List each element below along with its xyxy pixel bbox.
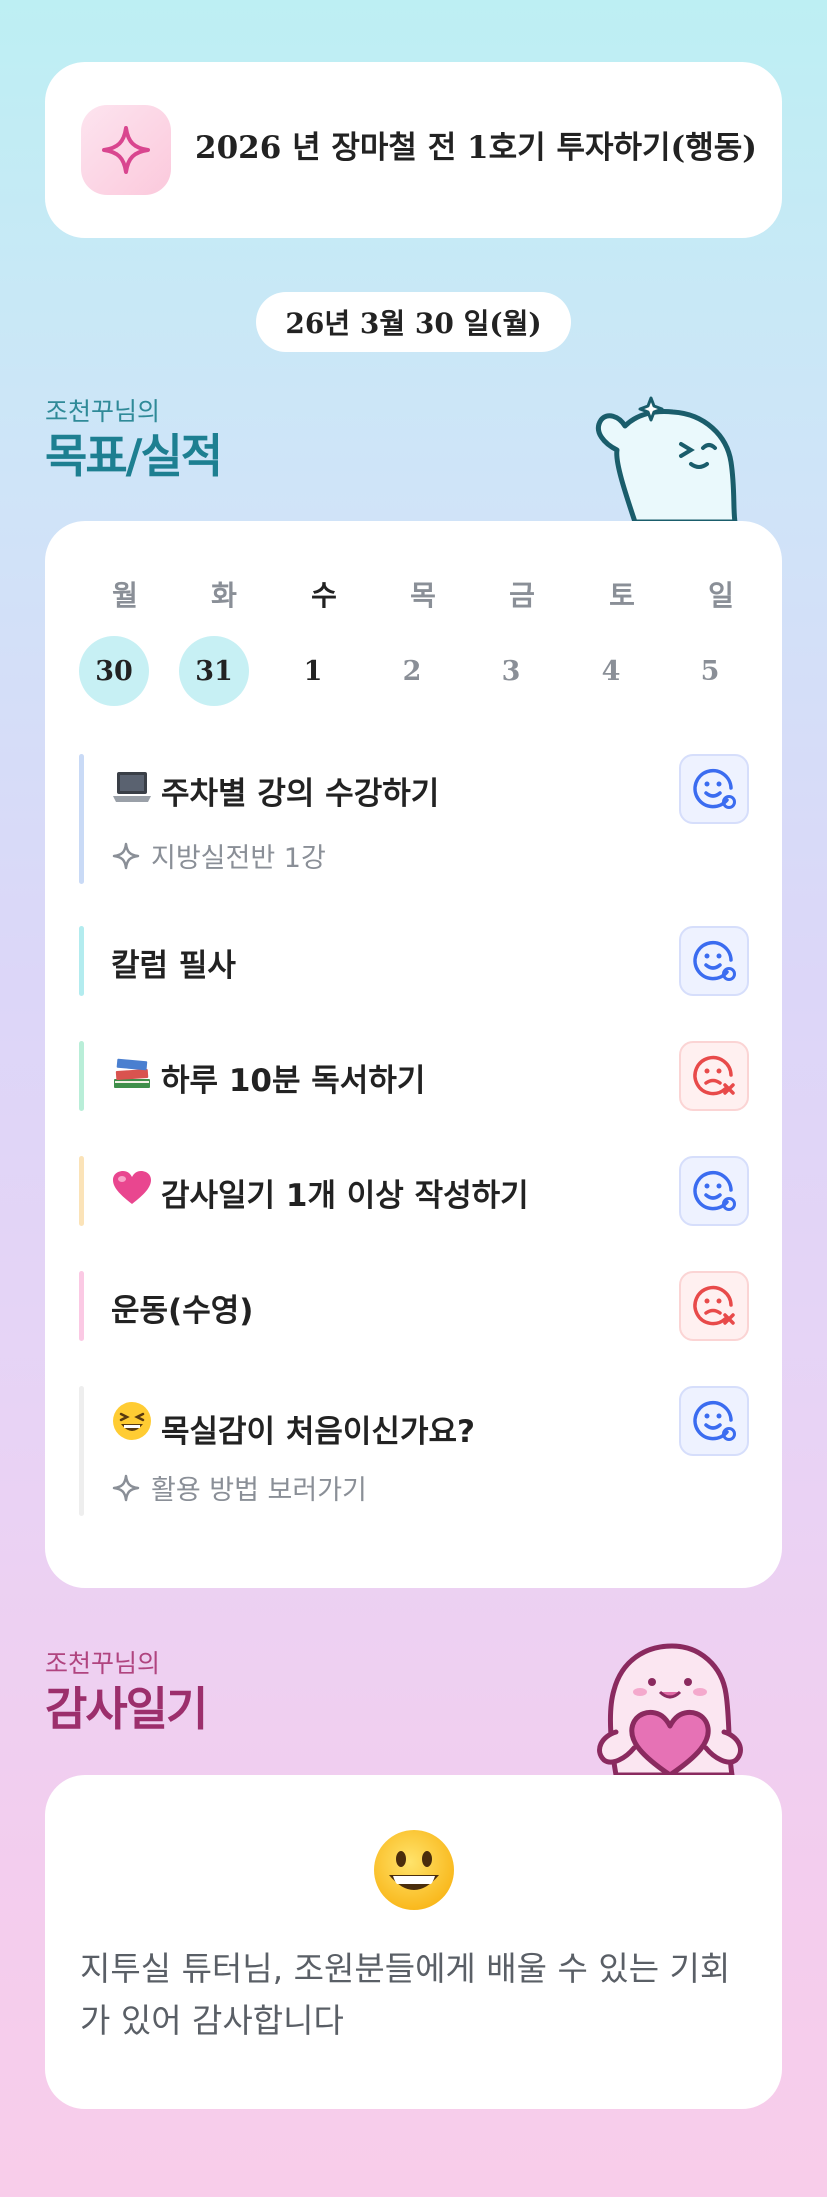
- goal-item[interactable]: 목실감이 처음이신가요? 활용 방법 보러가기: [79, 1386, 749, 1516]
- goal-color-bar: [79, 1271, 84, 1341]
- goal-label: 하루 10분 독서하기: [161, 1063, 426, 1099]
- frown-face-fail-icon: [693, 1055, 735, 1096]
- status-done-button[interactable]: [679, 926, 749, 996]
- books-icon: [111, 1055, 153, 1099]
- goal-item[interactable]: 주차별 강의 수강하기 지방실전반 1강: [79, 754, 749, 884]
- goal-color-bar: [79, 1041, 84, 1111]
- weekday-label: 수: [311, 579, 337, 612]
- pink-heart-icon: [111, 1170, 153, 1214]
- sparkle-outline-icon: [112, 842, 140, 869]
- goal-label: 주차별 강의 수강하기: [161, 776, 440, 812]
- goal-item[interactable]: 하루 10분 독서하기: [79, 1041, 749, 1111]
- thanks-section-title: 감사일기: [45, 1682, 208, 1736]
- goal-label: 감사일기 1개 이상 작성하기: [161, 1178, 529, 1214]
- day-button[interactable]: 5: [675, 636, 745, 706]
- grinning-face-icon: [371, 1827, 457, 1913]
- goal-item[interactable]: 감사일기 1개 이상 작성하기: [79, 1156, 749, 1226]
- goal-color-bar: [79, 1386, 84, 1516]
- weekday-label: 목: [410, 579, 436, 612]
- main-goal-card[interactable]: 2026 년 장마철 전 1호기 투자하기(행동): [45, 62, 782, 238]
- thanks-card[interactable]: 지투실 튜터님, 조원분들에게 배울 수 있는 기회가 있어 감사합니다: [45, 1775, 782, 2109]
- day-button[interactable]: 1: [278, 636, 348, 706]
- goals-section-title: 목표/실적: [45, 429, 223, 483]
- goal-label: 칼럼 필사: [111, 948, 236, 984]
- laughing-face-icon: [111, 1400, 153, 1450]
- goal-sub-label: 활용 방법 보러가기: [151, 1475, 367, 1506]
- status-done-button[interactable]: [679, 1386, 749, 1456]
- goal-color-bar: [79, 1156, 84, 1226]
- status-done-button[interactable]: [679, 754, 749, 824]
- waving-mascot-illustration: [595, 396, 738, 522]
- status-fail-button[interactable]: [679, 1041, 749, 1111]
- heart-mascot-illustration: [597, 1643, 743, 1775]
- day-button[interactable]: 2: [377, 636, 447, 706]
- thanks-entry-text: 지투실 튜터님, 조원분들에게 배울 수 있는 기회가 있어 감사합니다: [80, 1949, 731, 2040]
- status-done-button[interactable]: [679, 1156, 749, 1226]
- goal-sub-row[interactable]: 지방실전반 1강: [111, 836, 326, 875]
- laptop-icon: [111, 770, 153, 812]
- day-button[interactable]: 4: [576, 636, 646, 706]
- goal-sub-label: 지방실전반 1강: [151, 843, 326, 874]
- goal-item[interactable]: 운동(수영): [79, 1271, 749, 1341]
- goal-label-row: 하루 10분 독서하기: [111, 1055, 425, 1100]
- day-button[interactable]: 3: [476, 636, 546, 706]
- weekday-label: 금: [509, 579, 535, 612]
- date-pill[interactable]: 26년 3월 30 일(월): [256, 292, 571, 352]
- smile-face-done-icon: [693, 768, 736, 809]
- sparkle-icon: [81, 105, 171, 195]
- weekday-label: 일: [708, 579, 734, 612]
- goal-color-bar: [79, 754, 84, 884]
- main-goal-title: 2026 년 장마철 전 1호기 투자하기(행동): [195, 130, 757, 166]
- goals-card: 월 화 수 목 금 토 일 30 31 1 2 3 4 5 주차별 강의 수강하…: [45, 521, 782, 1588]
- goal-label-row: 감사일기 1개 이상 작성하기: [111, 1170, 529, 1215]
- goal-item[interactable]: 칼럼 필사: [79, 926, 749, 996]
- smile-face-done-icon: [693, 1400, 736, 1441]
- smile-face-done-icon: [693, 940, 736, 981]
- day-button[interactable]: 31: [179, 636, 249, 706]
- goal-label-row: 주차별 강의 수강하기: [111, 768, 439, 813]
- goal-label: 목실감이 처음이신가요?: [161, 1414, 475, 1450]
- goal-label: 운동(수영): [111, 1293, 254, 1329]
- weekday-label: 월: [112, 579, 138, 612]
- weekday-label: 화: [211, 579, 237, 612]
- smile-face-done-icon: [693, 1170, 736, 1211]
- goal-color-bar: [79, 926, 84, 996]
- goal-sub-row[interactable]: 활용 방법 보러가기: [111, 1468, 367, 1507]
- sparkle-outline-icon: [112, 1474, 140, 1501]
- status-fail-button[interactable]: [679, 1271, 749, 1341]
- goal-label-row: 목실감이 처음이신가요?: [111, 1400, 475, 1451]
- frown-face-fail-icon: [693, 1285, 735, 1326]
- day-button[interactable]: 30: [79, 636, 149, 706]
- weekday-label: 토: [609, 579, 635, 612]
